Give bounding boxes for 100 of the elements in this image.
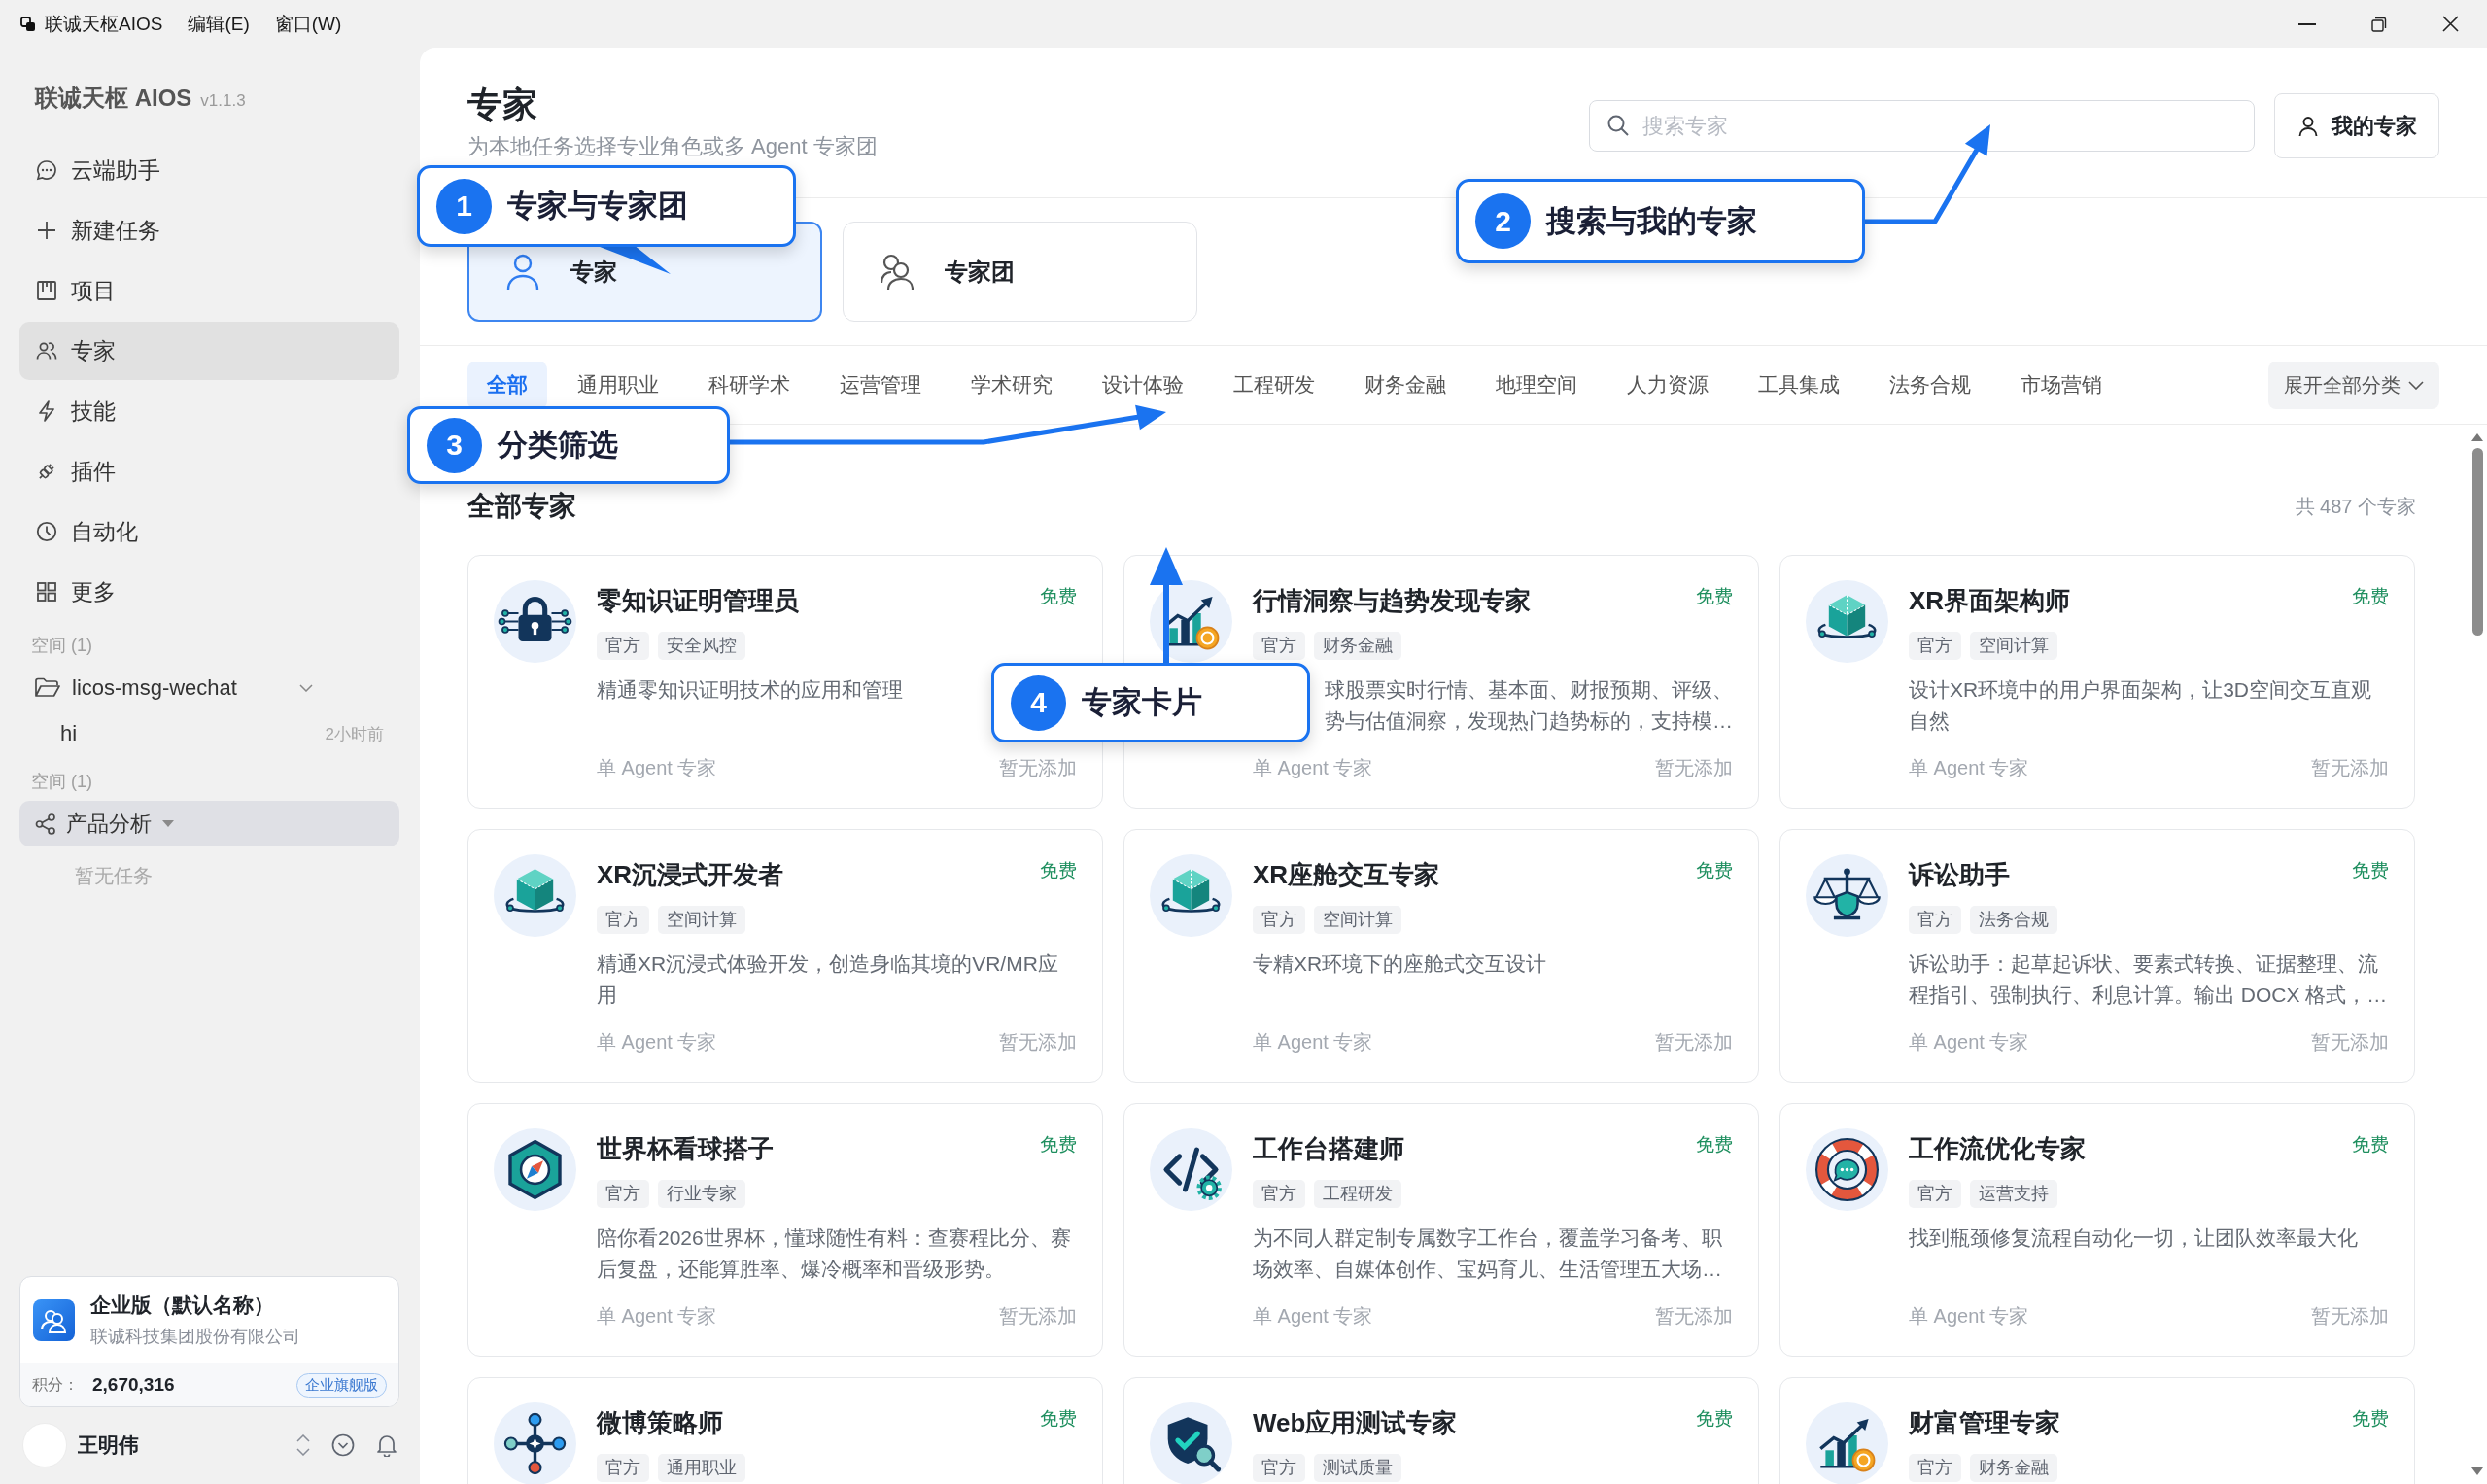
padlock-icon bbox=[494, 580, 576, 663]
category-tab[interactable]: 人力资源 bbox=[1607, 361, 1728, 409]
category-tab[interactable]: 财务金融 bbox=[1345, 361, 1466, 409]
app-logo-icon bbox=[20, 16, 36, 32]
price-label: 免费 bbox=[1040, 859, 1077, 882]
code-gear-icon bbox=[1150, 1128, 1232, 1211]
card-description: 精通零知识证明技术的应用和管理 bbox=[597, 677, 903, 703]
category-tab[interactable]: 全部 bbox=[467, 361, 547, 409]
category-tab[interactable]: 科研学术 bbox=[689, 361, 810, 409]
restore-icon[interactable] bbox=[2371, 16, 2387, 32]
category-tab[interactable]: 通用职业 bbox=[558, 361, 678, 409]
close-icon[interactable] bbox=[2442, 16, 2459, 32]
tag: 法务合规 bbox=[1970, 906, 2057, 934]
expert-card[interactable]: Web应用测试专家 免费 官方 测试质量 bbox=[1123, 1377, 1759, 1484]
card-title: XR座舱交互专家 bbox=[1253, 858, 1440, 891]
minimize-icon[interactable] bbox=[2298, 22, 2316, 25]
plan-name: 企业版（默认名称） bbox=[90, 1293, 275, 1318]
expert-card[interactable]: XR界面架构师 免费 官方 空间计算 设计XR环境中的用户界面架构，让3D空间交互直观自然 单 Agent 专家 暂无添加 bbox=[1779, 555, 2415, 809]
expert-card[interactable]: 财富管理专家 免费 官方 财务金融 bbox=[1779, 1377, 2415, 1484]
team-icon bbox=[33, 1298, 75, 1341]
price-label: 免费 bbox=[1040, 1407, 1077, 1431]
scroll-down-icon[interactable] bbox=[2471, 1467, 2483, 1475]
step-number: 2 bbox=[1475, 193, 1531, 249]
page-title: 专家 bbox=[467, 84, 538, 126]
menu-item[interactable]: 窗口(W) bbox=[274, 11, 342, 37]
expand-categories-button[interactable]: 展开全部分类 bbox=[2268, 361, 2439, 409]
tag: 空间计算 bbox=[1970, 632, 2057, 660]
tag: 官方 bbox=[597, 1180, 649, 1208]
status-label: 暂无添加 bbox=[1655, 1029, 1733, 1054]
scrollbar-thumb[interactable] bbox=[2471, 448, 2483, 636]
card-description: 找到瓶颈修复流程自动化一切，让团队效率最大化 bbox=[1909, 1225, 2358, 1251]
plus-icon bbox=[35, 219, 58, 242]
category-tab[interactable]: 工具集成 bbox=[1739, 361, 1859, 409]
category-tab[interactable]: 地理空间 bbox=[1476, 361, 1597, 409]
agent-type-label: 单 Agent 专家 bbox=[1253, 1029, 1373, 1054]
category-tab[interactable]: 法务合规 bbox=[1870, 361, 1990, 409]
board-icon bbox=[35, 279, 58, 302]
mode-tab[interactable]: 专家团 bbox=[843, 222, 1197, 322]
tag: 官方 bbox=[1253, 906, 1305, 934]
project-item[interactable]: 产品分析 bbox=[19, 801, 399, 846]
nav-item[interactable]: 插件 bbox=[19, 442, 399, 500]
category-tab[interactable]: 设计体验 bbox=[1083, 361, 1203, 409]
nav-item[interactable]: 专家 bbox=[19, 322, 399, 380]
expert-card[interactable]: 工作流优化专家 免费 官方 运营支持 找到瓶颈修复流程自动化一切，让团队效率最大化 单 Agent 专家 暂无添加 bbox=[1779, 1103, 2415, 1357]
status-label: 暂无添加 bbox=[999, 1029, 1077, 1054]
nav-item[interactable]: 自动化 bbox=[19, 502, 399, 561]
my-experts-button[interactable]: 我的专家 bbox=[2274, 93, 2439, 158]
sort-chevrons-icon[interactable] bbox=[296, 1434, 310, 1456]
project-item[interactable]: licos-msg-wechat bbox=[19, 665, 399, 710]
category-tab[interactable]: 学术研究 bbox=[951, 361, 1072, 409]
nav-item[interactable]: 新建任务 bbox=[19, 201, 399, 259]
search-field[interactable]: 搜索专家 bbox=[1589, 100, 2255, 152]
app-menu[interactable]: 联诚天枢AIOS bbox=[45, 11, 163, 37]
tag: 官方 bbox=[597, 1454, 649, 1482]
price-label: 免费 bbox=[1696, 1133, 1733, 1156]
card-description: 陪你看2026世界杯，懂球随性有料：查赛程比分、赛后复盘，还能算胜率、爆冷概率和晋级形势。 bbox=[597, 1225, 1072, 1282]
tag: 官方 bbox=[1909, 632, 1961, 660]
version-label: v1.1.3 bbox=[200, 91, 246, 111]
task-name: hi bbox=[60, 721, 78, 746]
agent-type-label: 单 Agent 专家 bbox=[597, 1029, 717, 1054]
tag: 官方 bbox=[1253, 632, 1305, 660]
category-tab[interactable]: 市场营销 bbox=[2001, 361, 2122, 409]
agent-type-label: 单 Agent 专家 bbox=[1909, 755, 2029, 780]
category-tab[interactable]: 工程研发 bbox=[1214, 361, 1334, 409]
scroll-up-icon[interactable] bbox=[2471, 433, 2483, 441]
rising-chart-icon bbox=[1806, 1402, 1888, 1484]
expert-card[interactable]: 工作台搭建师 免费 官方 工程研发 为不同人群定制专属数字工作台，覆盖学习备考、职场效率、自媒体创作、宝妈育儿、生活管理五大场… 单 Agent 专家 暂无添加 bbox=[1123, 1103, 1759, 1357]
scales-icon bbox=[1806, 854, 1888, 937]
section-heading: 全部专家 bbox=[467, 490, 576, 523]
chevron-circle-icon[interactable] bbox=[331, 1433, 355, 1457]
nav-item[interactable]: 云端助手 bbox=[19, 141, 399, 199]
card-description: 设计XR环境中的用户界面架构，让3D空间交互直观自然 bbox=[1909, 677, 2373, 734]
bell-icon[interactable] bbox=[376, 1433, 397, 1457]
category-tab[interactable]: 运营管理 bbox=[820, 361, 941, 409]
tag: 官方 bbox=[1253, 1180, 1305, 1208]
tag: 官方 bbox=[1253, 1454, 1305, 1482]
card-description: 精通XR沉浸式体验开发，创造身临其境的VR/MR应用 bbox=[597, 951, 1059, 1008]
price-label: 免费 bbox=[2352, 585, 2389, 608]
nav-item[interactable]: 技能 bbox=[19, 382, 399, 440]
grid-icon bbox=[35, 580, 58, 604]
agent-type-label: 单 Agent 专家 bbox=[597, 755, 717, 780]
tag: 财务金融 bbox=[1314, 632, 1401, 660]
expert-card[interactable]: XR沉浸式开发者 免费 官方 空间计算 精通XR沉浸式体验开发，创造身临其境的VR/MR应用 单 Agent 专家 暂无添加 bbox=[467, 829, 1103, 1083]
tag: 空间计算 bbox=[1314, 906, 1401, 934]
card-title: 诉讼助手 bbox=[1909, 858, 2010, 891]
chevron-down-icon[interactable] bbox=[298, 683, 313, 692]
compass-icon bbox=[494, 1128, 576, 1211]
caret-down-icon[interactable] bbox=[162, 820, 174, 827]
card-description: 专精XR环境下的座舱式交互设计 bbox=[1253, 951, 1547, 977]
expert-card[interactable]: 诉讼助手 免费 官方 法务合规 诉讼助手：起草起诉状、要素式转换、证据整理、流程指引、强制执行、利息计算。输出 DOCX 格式，… 单 Agent 专家 暂无添加 bbox=[1779, 829, 2415, 1083]
nav-item[interactable]: 项目 bbox=[19, 261, 399, 320]
expert-card[interactable]: 世界杯看球搭子 免费 官方 行业专家 陪你看2026世界杯，懂球随性有料：查赛程比分、赛后复盘，还能算胜率、爆冷概率和晋级形势。 单 Agent 专家 暂无添加 bbox=[467, 1103, 1103, 1357]
task-item[interactable]: hi 2小时前 bbox=[19, 710, 399, 757]
account-card[interactable]: 企业版（默认名称） 联诚科技集团股份有限公司 积分： 2,670,316 企业旗舰版 bbox=[19, 1276, 399, 1407]
expert-card[interactable]: 微博策略师 免费 官方 通用职业 bbox=[467, 1377, 1103, 1484]
shield-check-icon bbox=[1150, 1402, 1232, 1484]
nav-item[interactable]: 更多 bbox=[19, 563, 399, 621]
expert-card[interactable]: XR座舱交互专家 免费 官方 空间计算 专精XR环境下的座舱式交互设计 单 Agent 专家 暂无添加 bbox=[1123, 829, 1759, 1083]
menu-item[interactable]: 编辑(E) bbox=[188, 11, 250, 37]
tag: 官方 bbox=[597, 906, 649, 934]
